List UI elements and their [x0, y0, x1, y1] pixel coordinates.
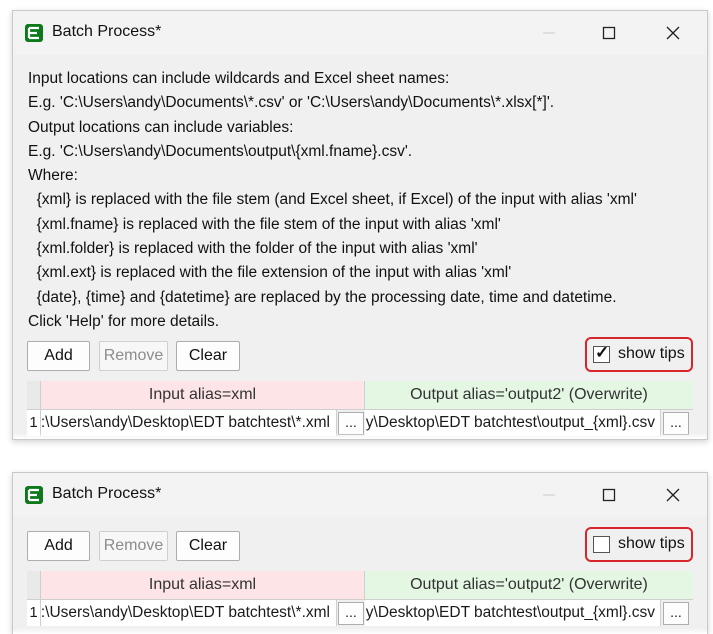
grid-corner [27, 381, 41, 410]
add-button[interactable]: Add [27, 531, 90, 561]
show-tips-label[interactable]: show tips [618, 535, 685, 553]
help-line: {xml.ext} is replaced with the file exte… [28, 264, 512, 282]
batch-process-window-tips-off: Batch Process* Add Remove Clear show tip… [12, 472, 708, 634]
batch-process-window-tips-on: Batch Process* Input locations can inclu… [12, 10, 708, 440]
window-title: Batch Process* [52, 485, 162, 502]
close-icon [666, 26, 680, 40]
help-line: {xml} is replaced with the file stem (an… [28, 191, 637, 209]
minimize-button[interactable] [529, 482, 569, 508]
window-title: Batch Process* [52, 23, 162, 40]
help-line: Where: [28, 167, 78, 185]
remove-button[interactable]: Remove [99, 341, 168, 371]
help-text: Input locations can include wildcards an… [28, 67, 698, 334]
help-line: {xml.fname} is replaced with the file st… [28, 215, 501, 233]
output-location-cell[interactable]: C:\Users\andy\Desktop\EDT batchtest\outp… [365, 600, 661, 626]
input-browse-button[interactable]: ... [338, 412, 364, 435]
batch-grid: Input alias=xml Output alias='output2' (… [27, 381, 693, 439]
row-number: 1 [27, 600, 41, 626]
input-column-header[interactable]: Input alias=xml [41, 381, 365, 410]
crop-fade [13, 433, 707, 439]
maximize-button[interactable] [589, 482, 629, 508]
input-browse-button[interactable]: ... [338, 602, 364, 625]
show-tips-checkbox[interactable] [593, 536, 610, 553]
show-tips-checkbox[interactable]: ✓ [593, 343, 610, 363]
close-button[interactable] [653, 482, 693, 508]
minimize-icon [543, 32, 555, 34]
help-line: {date}, {time} and {datetime} are replac… [28, 288, 617, 306]
checkmark-icon: ✓ [595, 343, 610, 362]
help-line: E.g. 'C:\Users\andy\Documents\output\{xm… [28, 142, 413, 160]
help-line: {xml.folder} is replaced with the folder… [28, 240, 478, 258]
input-location-cell[interactable]: C:\Users\andy\Desktop\EDT batchtest\*.xm… [41, 600, 337, 626]
show-tips-highlight: show tips [585, 527, 693, 562]
help-line: Input locations can include wildcards an… [28, 70, 450, 87]
app-logo-icon [25, 24, 43, 42]
minimize-icon [543, 494, 555, 496]
grid-corner [27, 571, 41, 600]
maximize-button[interactable] [589, 20, 629, 46]
output-column-header[interactable]: Output alias='output2' (Overwrite) [365, 381, 693, 410]
title-bar: Batch Process* [13, 473, 707, 517]
batch-grid: Input alias=xml Output alias='output2' (… [27, 571, 693, 634]
show-tips-highlight: ✓ show tips [585, 337, 693, 372]
output-browse-button[interactable]: ... [663, 412, 689, 435]
output-browse-button[interactable]: ... [663, 602, 689, 625]
clear-button[interactable]: Clear [176, 531, 240, 561]
input-column-header[interactable]: Input alias=xml [41, 571, 365, 600]
title-bar: Batch Process* [13, 11, 707, 55]
help-line: Click 'Help' for more details. [28, 312, 220, 330]
minimize-button[interactable] [529, 20, 569, 46]
maximize-icon [602, 26, 616, 40]
maximize-icon [602, 488, 616, 502]
help-line: E.g. 'C:\Users\andy\Documents\*.csv' or … [28, 94, 555, 112]
remove-button[interactable]: Remove [99, 531, 168, 561]
close-button[interactable] [653, 20, 693, 46]
help-line: Output locations can include variables: [28, 118, 294, 136]
show-tips-label[interactable]: show tips [618, 345, 685, 363]
crop-fade [13, 628, 707, 634]
app-logo-icon [25, 486, 43, 504]
clear-button[interactable]: Clear [176, 341, 240, 371]
output-location-text: C:\Users\andy\Desktop\EDT batchtest\outp… [365, 604, 655, 621]
add-button[interactable]: Add [27, 341, 90, 371]
input-location-text: C:\Users\andy\Desktop\EDT batchtest\*.xm… [41, 604, 330, 621]
output-column-header[interactable]: Output alias='output2' (Overwrite) [365, 571, 693, 600]
close-icon [666, 488, 680, 502]
